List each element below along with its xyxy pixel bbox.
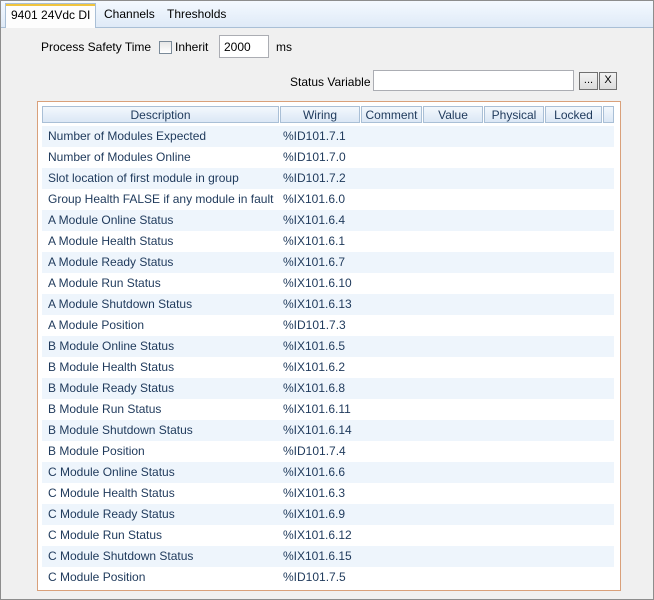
table-row[interactable]: B Module Health Status %IX101.6.2 — [42, 357, 614, 378]
cell-wiring: %IX101.6.15 — [283, 549, 352, 563]
table-row[interactable]: B Module Shutdown Status %IX101.6.14 — [42, 420, 614, 441]
table-row[interactable]: C Module Ready Status %IX101.6.9 — [42, 504, 614, 525]
table-row[interactable]: Number of Modules Expected %ID101.7.1 — [42, 126, 614, 147]
cell-wiring: %IX101.6.13 — [283, 297, 352, 311]
column-header-physical[interactable]: Physical — [484, 106, 544, 123]
tab-channels[interactable]: Channels — [99, 4, 160, 25]
inherit-checkbox[interactable] — [159, 41, 172, 54]
inherit-label: Inherit — [175, 40, 209, 54]
configuration-window: 9401 24Vdc DI Channels Thresholds Proces… — [0, 0, 654, 600]
cell-description: C Module Ready Status — [48, 507, 175, 521]
cell-wiring: %IX101.6.14 — [283, 423, 352, 437]
status-variable-label: Status Variable — [290, 75, 371, 89]
table-row[interactable]: B Module Run Status %IX101.6.11 — [42, 399, 614, 420]
cell-wiring: %IX101.6.0 — [283, 192, 346, 206]
cell-wiring: %IX101.6.9 — [283, 507, 346, 521]
browse-button[interactable]: ... — [579, 72, 598, 90]
cell-description: B Module Ready Status — [48, 381, 175, 395]
cell-wiring: %ID101.7.0 — [283, 150, 346, 164]
process-safety-time-label: Process Safety Time — [41, 40, 152, 54]
tag-grid: Description Wiring Comment Value Physica… — [37, 101, 621, 591]
status-variable-input[interactable] — [373, 70, 574, 91]
cell-description: A Module Shutdown Status — [48, 297, 193, 311]
table-row[interactable]: B Module Online Status %IX101.6.5 — [42, 336, 614, 357]
table-row[interactable]: Slot location of first module in group %I… — [42, 168, 614, 189]
tab-module[interactable]: 9401 24Vdc DI — [5, 3, 97, 28]
table-row[interactable]: Number of Modules Online %ID101.7.0 — [42, 147, 614, 168]
cell-description: C Module Online Status — [48, 465, 175, 479]
pst-unit-label: ms — [276, 40, 292, 54]
table-row[interactable]: A Module Shutdown Status %IX101.6.13 — [42, 294, 614, 315]
grid-header: Description Wiring Comment Value Physica… — [42, 106, 614, 124]
cell-description: B Module Shutdown Status — [48, 423, 193, 437]
cell-description: Slot location of first module in group — [48, 171, 239, 185]
cell-wiring: %ID101.7.2 — [283, 171, 346, 185]
table-row[interactable]: C Module Run Status %IX101.6.12 — [42, 525, 614, 546]
table-row[interactable]: C Module Online Status %IX101.6.6 — [42, 462, 614, 483]
cell-wiring: %IX101.6.3 — [283, 486, 346, 500]
cell-description: B Module Position — [48, 444, 145, 458]
cell-wiring: %IX101.6.11 — [283, 402, 351, 416]
cell-description: A Module Ready Status — [48, 255, 174, 269]
column-header-wiring[interactable]: Wiring — [280, 106, 360, 123]
cell-wiring: %IX101.6.6 — [283, 465, 346, 479]
table-row[interactable]: B Module Ready Status %IX101.6.8 — [42, 378, 614, 399]
table-row[interactable]: A Module Online Status %IX101.6.4 — [42, 210, 614, 231]
cell-wiring: %IX101.6.7 — [283, 255, 346, 269]
cell-wiring: %ID101.7.4 — [283, 444, 346, 458]
cell-description: C Module Shutdown Status — [48, 549, 194, 563]
tab-strip: 9401 24Vdc DI Channels Thresholds — [1, 1, 653, 28]
cell-wiring: %IX101.6.4 — [283, 213, 346, 227]
table-row[interactable]: A Module Ready Status %IX101.6.7 — [42, 252, 614, 273]
table-row[interactable]: Group Health FALSE if any module in faul… — [42, 189, 614, 210]
column-header-comment[interactable]: Comment — [361, 106, 422, 123]
column-header-locked[interactable]: Locked — [545, 106, 602, 123]
clear-button[interactable]: X — [599, 72, 617, 90]
column-header-description[interactable]: Description — [42, 106, 279, 123]
cell-wiring: %IX101.6.2 — [283, 360, 346, 374]
cell-description: C Module Run Status — [48, 528, 163, 542]
cell-description: A Module Position — [48, 318, 145, 332]
table-row[interactable]: B Module Position %ID101.7.4 — [42, 441, 614, 462]
grid-rows: Number of Modules Expected %ID101.7.1 Numb… — [42, 126, 614, 588]
table-row[interactable]: C Module Shutdown Status %IX101.6.15 — [42, 546, 614, 567]
column-header-value[interactable]: Value — [423, 106, 483, 123]
cell-description: B Module Online Status — [48, 339, 175, 353]
table-row[interactable]: A Module Run Status %IX101.6.10 — [42, 273, 614, 294]
cell-wiring: %ID101.7.5 — [283, 570, 346, 584]
table-row[interactable]: C Module Position %ID101.7.5 — [42, 567, 614, 588]
table-row[interactable]: A Module Position %ID101.7.3 — [42, 315, 614, 336]
cell-wiring: %IX101.6.12 — [283, 528, 352, 542]
cell-description: A Module Online Status — [48, 213, 174, 227]
cell-wiring: %IX101.6.8 — [283, 381, 346, 395]
cell-wiring: %IX101.6.5 — [283, 339, 346, 353]
cell-wiring: %IX101.6.1 — [283, 234, 346, 248]
cell-description: B Module Health Status — [48, 360, 175, 374]
cell-description: A Module Health Status — [48, 234, 174, 248]
cell-wiring: %ID101.7.1 — [283, 129, 346, 143]
cell-description: C Module Position — [48, 570, 146, 584]
cell-description: Group Health FALSE if any module in faul… — [48, 192, 274, 206]
tab-thresholds[interactable]: Thresholds — [162, 4, 231, 25]
cell-description: A Module Run Status — [48, 276, 161, 290]
cell-description: B Module Run Status — [48, 402, 162, 416]
cell-description: Number of Modules Online — [48, 150, 191, 164]
cell-wiring: %IX101.6.10 — [283, 276, 352, 290]
process-safety-time-input[interactable] — [219, 35, 269, 58]
table-row[interactable]: C Module Health Status %IX101.6.3 — [42, 483, 614, 504]
cell-wiring: %ID101.7.3 — [283, 318, 346, 332]
cell-description: Number of Modules Expected — [48, 129, 207, 143]
column-header-filler — [603, 106, 614, 123]
cell-description: C Module Health Status — [48, 486, 175, 500]
table-row[interactable]: A Module Health Status %IX101.6.1 — [42, 231, 614, 252]
